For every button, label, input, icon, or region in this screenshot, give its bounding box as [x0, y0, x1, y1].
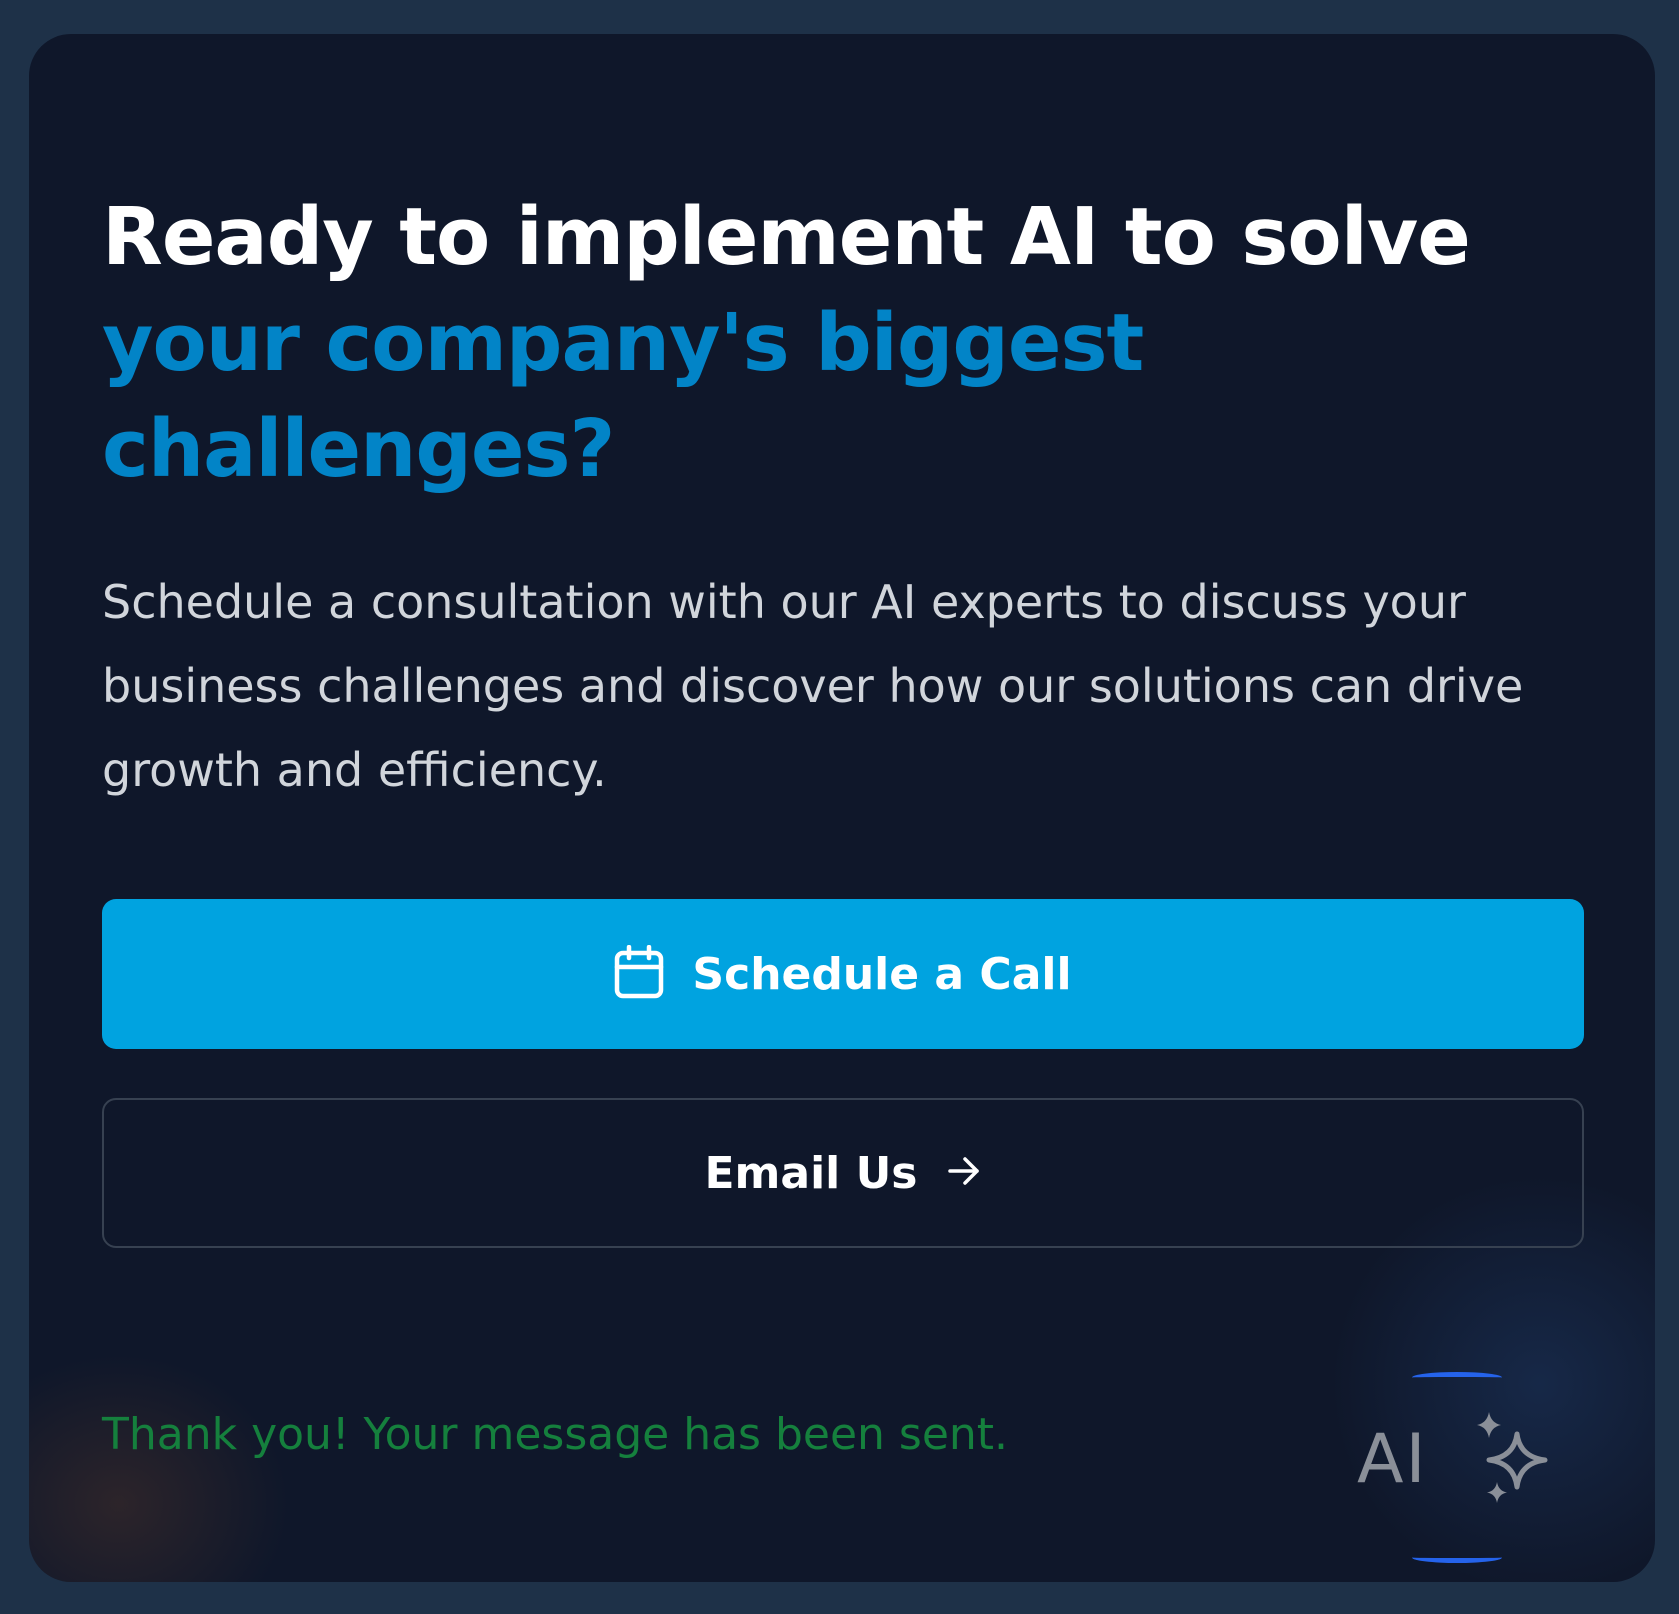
cta-card: Ready to implement AI to solve your comp… — [29, 34, 1655, 1582]
headline-highlight-part: your company's biggest challenges? — [102, 297, 1144, 495]
ai-assistant-widget[interactable]: AI — [1357, 1372, 1557, 1563]
cta-headline: Ready to implement AI to solve your comp… — [102, 184, 1584, 502]
calendar-icon — [614, 944, 664, 1003]
arrow-right-icon — [946, 1153, 982, 1193]
cta-content: Ready to implement AI to solve your comp… — [102, 184, 1584, 812]
ai-widget-label: AI — [1357, 1420, 1428, 1499]
widget-ring-bottom — [1412, 1552, 1502, 1563]
email-us-label: Email Us — [704, 1147, 918, 1199]
schedule-call-label: Schedule a Call — [692, 948, 1072, 1000]
widget-ring-top — [1412, 1372, 1502, 1383]
success-message: Thank you! Your message has been sent. — [102, 1409, 1009, 1460]
cta-description: Schedule a consultation with our AI expe… — [102, 575, 1524, 797]
headline-white-part: Ready to implement AI to solve — [102, 191, 1471, 283]
schedule-call-button[interactable]: Schedule a Call — [102, 899, 1584, 1049]
background-glow-left — [29, 1354, 289, 1582]
email-us-button[interactable]: Email Us — [102, 1098, 1584, 1248]
